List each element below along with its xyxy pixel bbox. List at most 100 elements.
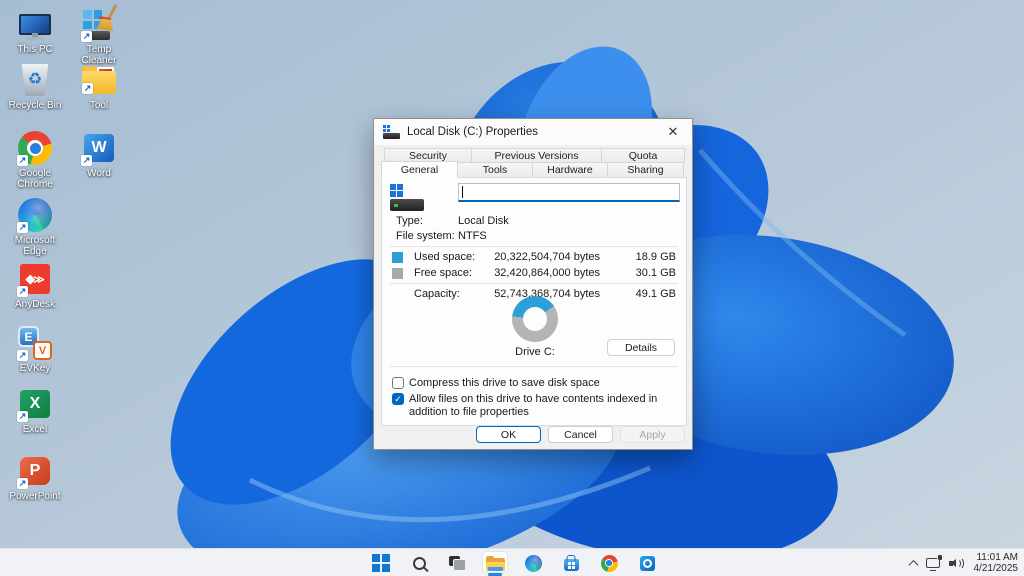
windows-logo-icon bbox=[372, 554, 390, 572]
chrome-icon bbox=[600, 554, 618, 572]
apply-button[interactable]: Apply bbox=[620, 426, 685, 443]
shortcut-arrow-icon: ↗ bbox=[82, 83, 93, 94]
volume-icon[interactable] bbox=[948, 557, 965, 570]
free-space-label: Free space: bbox=[414, 267, 473, 279]
shortcut-arrow-icon: ↗ bbox=[17, 155, 28, 166]
file-system-value: NTFS bbox=[458, 230, 487, 242]
tab-general[interactable]: General bbox=[381, 161, 458, 178]
details-button[interactable]: Details bbox=[607, 339, 675, 356]
shortcut-arrow-icon: ↗ bbox=[17, 222, 28, 233]
task-view-icon bbox=[448, 555, 466, 571]
edge-taskbar-button[interactable] bbox=[514, 549, 552, 576]
file-explorer-button[interactable] bbox=[476, 549, 514, 576]
cancel-button[interactable]: Cancel bbox=[548, 426, 613, 443]
desktop-icon-word[interactable]: W ↗ Word bbox=[68, 130, 130, 179]
tray-time: 11:01 AM bbox=[976, 552, 1018, 563]
used-space-row: Used space: 20,322,504,704 bytes 18.9 GB bbox=[382, 251, 686, 265]
excel-icon: X ↗ bbox=[17, 386, 53, 422]
taskbar-clock[interactable]: 11:01 AM 4/21/2025 bbox=[974, 552, 1019, 574]
network-icon[interactable] bbox=[925, 555, 942, 571]
close-icon: ✕ bbox=[667, 124, 679, 139]
tab-row-bottom: General Tools Hardware Sharing bbox=[381, 161, 684, 178]
desktop-icon-recycle-bin[interactable]: ♻ Recycle Bin bbox=[4, 62, 66, 111]
store-taskbar-button[interactable] bbox=[552, 549, 590, 576]
desktop-icon-powerpoint[interactable]: P ↗ PowerPoint bbox=[4, 453, 66, 502]
capacity-bytes: 52,743,368,704 bytes bbox=[494, 288, 600, 300]
desktop-icon-label: Word bbox=[87, 168, 111, 179]
shortcut-arrow-icon: ↗ bbox=[81, 155, 92, 166]
drive-icon bbox=[383, 124, 400, 140]
tab-quota[interactable]: Quota bbox=[601, 148, 685, 163]
microsoft-store-icon bbox=[563, 559, 579, 571]
shortcut-arrow-icon: ↗ bbox=[17, 350, 28, 361]
desktop-icon-tool[interactable]: ↗ Tool bbox=[68, 62, 130, 111]
dialog-title: Local Disk (C:) Properties bbox=[407, 126, 539, 138]
index-checkbox-row: ✓ Allow files on this drive to have cont… bbox=[392, 393, 678, 418]
divider bbox=[390, 366, 678, 367]
desktop-icon-label: This PC bbox=[17, 44, 53, 55]
desktop-icon-label: EVKey bbox=[19, 363, 51, 374]
recycle-bin-icon: ♻ bbox=[17, 62, 53, 98]
search-icon bbox=[412, 556, 426, 570]
powerpoint-icon: P ↗ bbox=[17, 453, 53, 489]
shortcut-arrow-icon: ↗ bbox=[81, 31, 92, 42]
general-tab-panel: Type: Local Disk File system: NTFS Used … bbox=[381, 177, 687, 426]
type-label: Type: bbox=[396, 215, 423, 227]
free-space-swatch bbox=[392, 268, 403, 279]
disk-usage-donut-chart bbox=[512, 296, 558, 342]
type-row: Type: Local Disk bbox=[382, 215, 686, 229]
compress-checkbox-row: Compress this drive to save disk space bbox=[392, 377, 678, 390]
outlook-taskbar-button[interactable] bbox=[628, 549, 666, 576]
desktop-icon-label: Google Chrome bbox=[17, 168, 53, 190]
desktop-icon-google-chrome[interactable]: ↗ Google Chrome bbox=[4, 130, 66, 190]
desktop-icon-evkey[interactable]: E V ↗ EVKey bbox=[4, 325, 66, 374]
text-caret bbox=[462, 186, 463, 198]
properties-dialog: Local Disk (C:) Properties ✕ Security Pr… bbox=[373, 118, 693, 450]
tab-previous-versions[interactable]: Previous Versions bbox=[471, 148, 602, 163]
compress-checkbox[interactable] bbox=[392, 377, 404, 389]
capacity-size: 49.1 GB bbox=[635, 288, 676, 300]
desktop-icon-label: Microsoft Edge bbox=[14, 235, 56, 257]
desktop-icon-label: AnyDesk bbox=[14, 299, 55, 310]
file-system-row: File system: NTFS bbox=[382, 230, 686, 244]
chrome-taskbar-button[interactable] bbox=[590, 549, 628, 576]
used-space-size: 18.9 GB bbox=[635, 251, 676, 263]
taskbar-search-button[interactable] bbox=[400, 549, 438, 576]
desktop-icon-temp-cleaner[interactable]: ↗ Temp Cleaner bbox=[68, 4, 130, 66]
free-space-bytes: 32,420,864,000 bytes bbox=[494, 267, 600, 279]
edge-icon: ↗ bbox=[17, 197, 53, 233]
outlook-icon bbox=[639, 555, 655, 571]
tab-sharing[interactable]: Sharing bbox=[607, 162, 684, 178]
used-space-swatch bbox=[392, 252, 403, 263]
dialog-titlebar: Local Disk (C:) Properties bbox=[374, 119, 692, 145]
desktop-icon-excel[interactable]: X ↗ Excel bbox=[4, 386, 66, 435]
start-button[interactable] bbox=[362, 549, 400, 576]
task-view-button[interactable] bbox=[438, 549, 476, 576]
shortcut-arrow-icon: ↗ bbox=[17, 286, 28, 297]
desktop-icon-label: Excel bbox=[22, 424, 48, 435]
drive-label-input[interactable] bbox=[458, 183, 680, 202]
ok-button[interactable]: OK bbox=[476, 426, 541, 443]
evkey-icon: E V ↗ bbox=[17, 325, 53, 361]
tray-date: 4/21/2025 bbox=[973, 563, 1019, 574]
used-space-label: Used space: bbox=[414, 251, 476, 263]
folder-icon: ↗ bbox=[81, 62, 117, 98]
close-button[interactable]: ✕ bbox=[654, 119, 692, 145]
desktop-icon-anydesk[interactable]: ◆ ≫ ↗ AnyDesk bbox=[4, 261, 66, 310]
edge-icon bbox=[524, 554, 542, 572]
tab-hardware[interactable]: Hardware bbox=[532, 162, 608, 178]
desktop-icon-microsoft-edge[interactable]: ↗ Microsoft Edge bbox=[4, 197, 66, 257]
tab-tools[interactable]: Tools bbox=[457, 162, 533, 178]
anydesk-icon: ◆ ≫ ↗ bbox=[17, 261, 53, 297]
desktop-icon-this-pc[interactable]: This PC bbox=[4, 6, 66, 55]
type-value: Local Disk bbox=[458, 215, 509, 227]
desktop-icon-label: PowerPoint bbox=[9, 491, 61, 502]
taskbar: 11:01 AM 4/21/2025 bbox=[0, 548, 1024, 576]
hidden-icons-chevron-icon[interactable] bbox=[908, 559, 918, 570]
taskbar-center bbox=[362, 549, 666, 576]
index-checkbox[interactable]: ✓ bbox=[392, 393, 404, 405]
shortcut-arrow-icon: ↗ bbox=[17, 411, 28, 422]
drive-c-label: Drive C: bbox=[515, 346, 555, 358]
capacity-label: Capacity: bbox=[414, 288, 460, 300]
system-tray: 11:01 AM 4/21/2025 bbox=[908, 549, 1019, 576]
